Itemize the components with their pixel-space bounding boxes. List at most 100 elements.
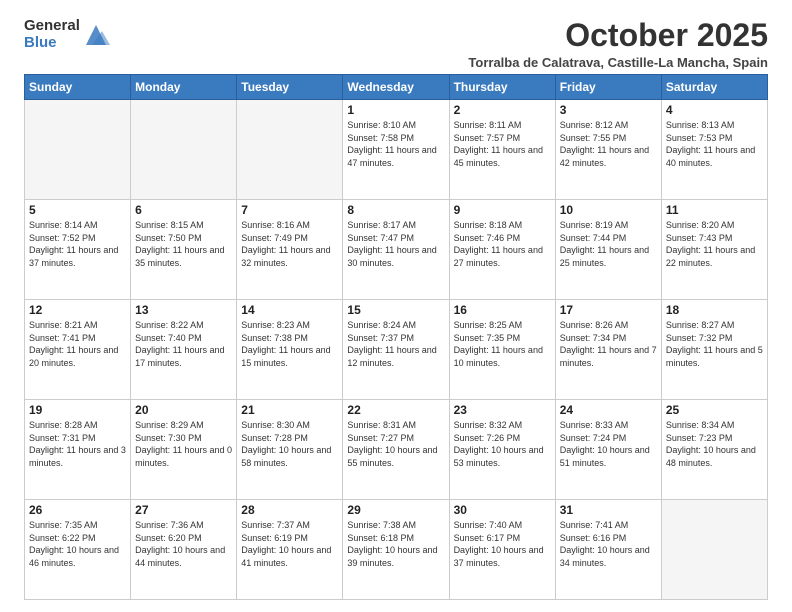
table-row: 16 Sunrise: 8:25 AM Sunset: 7:35 PM Dayli… bbox=[449, 300, 555, 400]
day-number: 4 bbox=[666, 103, 763, 117]
calendar-header-row: Sunday Monday Tuesday Wednesday Thursday… bbox=[25, 75, 768, 100]
title-block: October 2025 Torralba de Calatrava, Cast… bbox=[468, 18, 768, 70]
table-row: 2Sunrise: 8:11 AM Sunset: 7:57 PM Daylig… bbox=[449, 100, 555, 200]
table-row: 17 Sunrise: 8:26 AM Sunset: 7:34 PM Dayli… bbox=[555, 300, 661, 400]
logo: General Blue bbox=[24, 18, 110, 51]
table-row: 15 Sunrise: 8:24 AM Sunset: 7:37 PM Dayli… bbox=[343, 300, 449, 400]
table-row: 22 Sunrise: 8:31 AM Sunset: 7:27 PM Dayli… bbox=[343, 400, 449, 500]
day-number: 18 bbox=[666, 303, 763, 317]
calendar-week-row: 1 Sunrise: 8:10 AM Sunset: 7:58 PM Daylig… bbox=[25, 100, 768, 200]
table-row: 25 Sunrise: 8:34 AM Sunset: 7:23 PM Dayli… bbox=[661, 400, 767, 500]
day-number: 28 bbox=[241, 503, 338, 517]
col-tuesday: Tuesday bbox=[237, 75, 343, 100]
day-info: Sunrise: 8:20 AM Sunset: 7:43 PM Dayligh… bbox=[666, 219, 763, 269]
table-row: 7 Sunrise: 8:16 AM Sunset: 7:49 PM Daylig… bbox=[237, 200, 343, 300]
day-number: 5 bbox=[29, 203, 126, 217]
day-number: 22 bbox=[347, 403, 444, 417]
day-info: Sunrise: 8:19 AM Sunset: 7:44 PM Dayligh… bbox=[560, 219, 657, 269]
table-row: 26 Sunrise: 7:35 AM Sunset: 6:22 PM Dayli… bbox=[25, 500, 131, 600]
day-number: 26 bbox=[29, 503, 126, 517]
day-info: Sunrise: 8:34 AM Sunset: 7:23 PM Dayligh… bbox=[666, 419, 763, 469]
table-row: 13Sunrise: 8:22 AM Sunset: 7:40 PM Dayli… bbox=[131, 300, 237, 400]
table-row: 9Sunrise: 8:18 AM Sunset: 7:46 PM Daylig… bbox=[449, 200, 555, 300]
day-info: Sunrise: 8:32 AM Sunset: 7:26 PM Dayligh… bbox=[454, 419, 551, 469]
day-info: Sunrise: 8:10 AM Sunset: 7:58 PM Dayligh… bbox=[347, 119, 444, 169]
day-info: Sunrise: 8:27 AM Sunset: 7:32 PM Dayligh… bbox=[666, 319, 763, 369]
day-info: Sunrise: 8:26 AM Sunset: 7:34 PM Dayligh… bbox=[560, 319, 657, 369]
day-info: Sunrise: 8:22 AM Sunset: 7:40 PM Dayligh… bbox=[135, 319, 232, 369]
day-number: 15 bbox=[347, 303, 444, 317]
day-number: 7 bbox=[241, 203, 338, 217]
page: General Blue October 2025 Torralba de Ca… bbox=[0, 0, 792, 612]
day-info: Sunrise: 8:31 AM Sunset: 7:27 PM Dayligh… bbox=[347, 419, 444, 469]
day-info: Sunrise: 8:30 AM Sunset: 7:28 PM Dayligh… bbox=[241, 419, 338, 469]
day-info: Sunrise: 8:15 AM Sunset: 7:50 PM Dayligh… bbox=[135, 219, 232, 269]
col-wednesday: Wednesday bbox=[343, 75, 449, 100]
day-number: 23 bbox=[454, 403, 551, 417]
day-number: 31 bbox=[560, 503, 657, 517]
table-row: 18 Sunrise: 8:27 AM Sunset: 7:32 PM Dayli… bbox=[661, 300, 767, 400]
day-info: Sunrise: 8:28 AM Sunset: 7:31 PM Dayligh… bbox=[29, 419, 126, 469]
day-info: Sunrise: 8:21 AM Sunset: 7:41 PM Dayligh… bbox=[29, 319, 126, 369]
day-number: 30 bbox=[454, 503, 551, 517]
month-title: October 2025 bbox=[468, 18, 768, 53]
calendar-week-row: 5 Sunrise: 8:14 AM Sunset: 7:52 PM Daylig… bbox=[25, 200, 768, 300]
day-info: Sunrise: 8:29 AM Sunset: 7:30 PM Dayligh… bbox=[135, 419, 232, 469]
table-row: 5 Sunrise: 8:14 AM Sunset: 7:52 PM Daylig… bbox=[25, 200, 131, 300]
day-number: 10 bbox=[560, 203, 657, 217]
day-info: Sunrise: 8:13 AM Sunset: 7:53 PM Dayligh… bbox=[666, 119, 763, 169]
table-row bbox=[131, 100, 237, 200]
day-number: 16 bbox=[454, 303, 551, 317]
table-row: 12 Sunrise: 8:21 AM Sunset: 7:41 PM Dayli… bbox=[25, 300, 131, 400]
table-row: 21 Sunrise: 8:30 AM Sunset: 7:28 PM Dayli… bbox=[237, 400, 343, 500]
table-row: 4 Sunrise: 8:13 AM Sunset: 7:53 PM Daylig… bbox=[661, 100, 767, 200]
day-number: 12 bbox=[29, 303, 126, 317]
logo-general: General bbox=[24, 18, 80, 35]
day-number: 8 bbox=[347, 203, 444, 217]
calendar-table: Sunday Monday Tuesday Wednesday Thursday… bbox=[24, 74, 768, 600]
calendar-week-row: 26 Sunrise: 7:35 AM Sunset: 6:22 PM Dayli… bbox=[25, 500, 768, 600]
day-number: 21 bbox=[241, 403, 338, 417]
table-row bbox=[661, 500, 767, 600]
table-row: 1 Sunrise: 8:10 AM Sunset: 7:58 PM Daylig… bbox=[343, 100, 449, 200]
day-number: 20 bbox=[135, 403, 232, 417]
day-number: 27 bbox=[135, 503, 232, 517]
day-info: Sunrise: 7:35 AM Sunset: 6:22 PM Dayligh… bbox=[29, 519, 126, 569]
day-info: Sunrise: 8:17 AM Sunset: 7:47 PM Dayligh… bbox=[347, 219, 444, 269]
logo-icon bbox=[82, 21, 110, 49]
day-number: 25 bbox=[666, 403, 763, 417]
day-number: 6 bbox=[135, 203, 232, 217]
location: Torralba de Calatrava, Castille-La Manch… bbox=[468, 55, 768, 70]
day-info: Sunrise: 8:12 AM Sunset: 7:55 PM Dayligh… bbox=[560, 119, 657, 169]
day-info: Sunrise: 8:14 AM Sunset: 7:52 PM Dayligh… bbox=[29, 219, 126, 269]
col-saturday: Saturday bbox=[661, 75, 767, 100]
table-row: 24Sunrise: 8:33 AM Sunset: 7:24 PM Dayli… bbox=[555, 400, 661, 500]
logo-blue: Blue bbox=[24, 35, 80, 52]
day-info: Sunrise: 7:40 AM Sunset: 6:17 PM Dayligh… bbox=[454, 519, 551, 569]
day-number: 3 bbox=[560, 103, 657, 117]
table-row: 23 Sunrise: 8:32 AM Sunset: 7:26 PM Dayli… bbox=[449, 400, 555, 500]
day-number: 14 bbox=[241, 303, 338, 317]
day-number: 24 bbox=[560, 403, 657, 417]
day-info: Sunrise: 8:23 AM Sunset: 7:38 PM Dayligh… bbox=[241, 319, 338, 369]
table-row: 28Sunrise: 7:37 AM Sunset: 6:19 PM Dayli… bbox=[237, 500, 343, 600]
day-number: 1 bbox=[347, 103, 444, 117]
col-monday: Monday bbox=[131, 75, 237, 100]
day-info: Sunrise: 8:25 AM Sunset: 7:35 PM Dayligh… bbox=[454, 319, 551, 369]
day-info: Sunrise: 7:41 AM Sunset: 6:16 PM Dayligh… bbox=[560, 519, 657, 569]
table-row: 31 Sunrise: 7:41 AM Sunset: 6:16 PM Dayli… bbox=[555, 500, 661, 600]
day-info: Sunrise: 7:36 AM Sunset: 6:20 PM Dayligh… bbox=[135, 519, 232, 569]
col-sunday: Sunday bbox=[25, 75, 131, 100]
day-info: Sunrise: 8:16 AM Sunset: 7:49 PM Dayligh… bbox=[241, 219, 338, 269]
table-row: 29Sunrise: 7:38 AM Sunset: 6:18 PM Dayli… bbox=[343, 500, 449, 600]
table-row: 10 Sunrise: 8:19 AM Sunset: 7:44 PM Dayli… bbox=[555, 200, 661, 300]
day-info: Sunrise: 8:24 AM Sunset: 7:37 PM Dayligh… bbox=[347, 319, 444, 369]
day-number: 2 bbox=[454, 103, 551, 117]
table-row: 8 Sunrise: 8:17 AM Sunset: 7:47 PM Daylig… bbox=[343, 200, 449, 300]
table-row: 3 Sunrise: 8:12 AM Sunset: 7:55 PM Daylig… bbox=[555, 100, 661, 200]
logo-text: General Blue bbox=[24, 18, 80, 51]
day-number: 19 bbox=[29, 403, 126, 417]
calendar-week-row: 12 Sunrise: 8:21 AM Sunset: 7:41 PM Dayli… bbox=[25, 300, 768, 400]
day-number: 17 bbox=[560, 303, 657, 317]
calendar-week-row: 19 Sunrise: 8:28 AM Sunset: 7:31 PM Dayli… bbox=[25, 400, 768, 500]
